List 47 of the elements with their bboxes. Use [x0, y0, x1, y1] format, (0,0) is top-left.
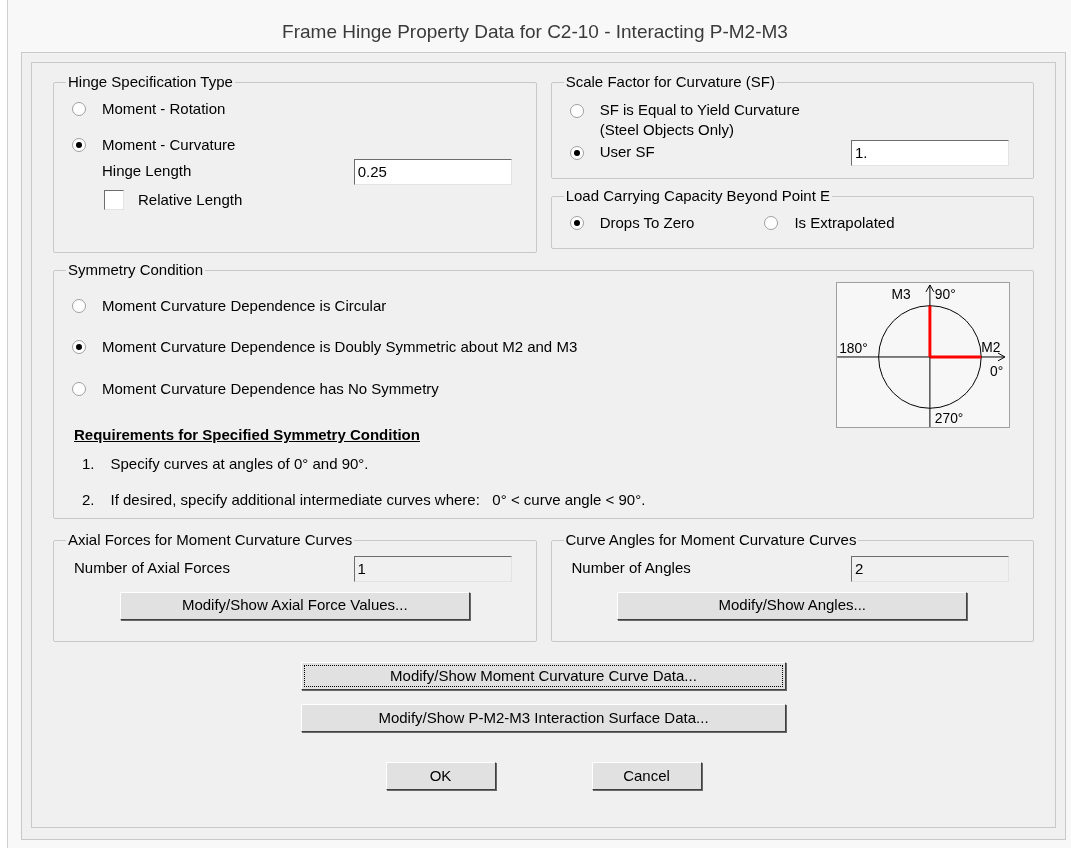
- requirement-text: Specify curves at angles of 0° and 90°.: [110, 453, 369, 474]
- radio-label: Drops To Zero: [599, 212, 695, 233]
- radio-button[interactable]: [569, 145, 584, 160]
- group-title: Hinge Specification Type: [67, 72, 234, 92]
- checkbox-label: Relative Length: [138, 189, 243, 210]
- list-number: 2.: [82, 490, 95, 510]
- group-title: Scale Factor for Curvature (SF): [564, 72, 776, 92]
- radio-button[interactable]: [72, 298, 86, 313]
- field-label: Number of Axial Forces: [74, 558, 230, 579]
- radio-note: (Steel Objects Only): [599, 119, 735, 140]
- push-button[interactable]: Modify/Show Axial Force Values...: [119, 591, 470, 620]
- field-label: Number of Angles: [571, 558, 691, 579]
- radio-label: Moment - Rotation: [102, 98, 226, 119]
- field-label: Hinge Length: [102, 161, 192, 182]
- radio-label: Is Extrapolated: [794, 212, 895, 233]
- radio-label: Moment Curvature Dependence is Circular: [102, 295, 387, 316]
- push-button[interactable]: Cancel: [591, 762, 702, 790]
- list-number: 1.: [82, 453, 95, 474]
- radio-button[interactable]: [569, 215, 584, 230]
- push-button[interactable]: OK: [385, 762, 496, 790]
- text-field[interactable]: 1.: [851, 139, 1009, 166]
- group-title: Curve Angles for Moment Curvature Curves: [564, 530, 858, 550]
- push-button[interactable]: Modify/Show Angles...: [617, 591, 968, 620]
- radio-button[interactable]: [764, 215, 779, 230]
- group-title: Axial Forces for Moment Curvature Curves: [67, 530, 354, 550]
- axis-diagram: M3 90° 180° M2 0° 270°: [836, 281, 1010, 428]
- radio-button[interactable]: [72, 340, 86, 355]
- push-button[interactable]: Modify/Show Moment Curvature Curve Data...: [301, 662, 786, 690]
- requirements-heading: Requirements for Specified Symmetry Condition: [74, 425, 421, 445]
- radio-button[interactable]: [72, 101, 86, 116]
- radio-button[interactable]: [569, 103, 584, 118]
- radio-label: Moment Curvature Dependence has No Symmetry: [102, 378, 439, 399]
- radio-label: User SF: [599, 142, 655, 163]
- radio-label: Moment Curvature Dependence is Doubly Symmetric about M2 and M3: [102, 337, 578, 357]
- group-title: Load Carrying Capacity Beyond Point E: [564, 186, 831, 206]
- radio-label: Moment - Curvature: [102, 135, 236, 155]
- push-button[interactable]: Modify/Show P-M2-M3 Interaction Surface Data...: [301, 704, 786, 732]
- window-title: Frame Hinge Property Data for C2-10 - Interacting P-M2-M3: [281, 19, 789, 44]
- group-title: Symmetry Condition: [67, 260, 205, 280]
- radio-button[interactable]: [72, 138, 86, 153]
- checkbox[interactable]: [104, 189, 124, 210]
- requirement-text: If desired, specify additional intermediate curves where: 0° < curve angle < 90°.: [110, 490, 646, 510]
- text-field[interactable]: 2: [851, 555, 1009, 582]
- radio-label: SF is Equal to Yield Curvature: [599, 99, 800, 120]
- text-field[interactable]: 1: [353, 555, 512, 582]
- radio-button[interactable]: [72, 381, 86, 396]
- text-field[interactable]: 0.25: [353, 158, 512, 185]
